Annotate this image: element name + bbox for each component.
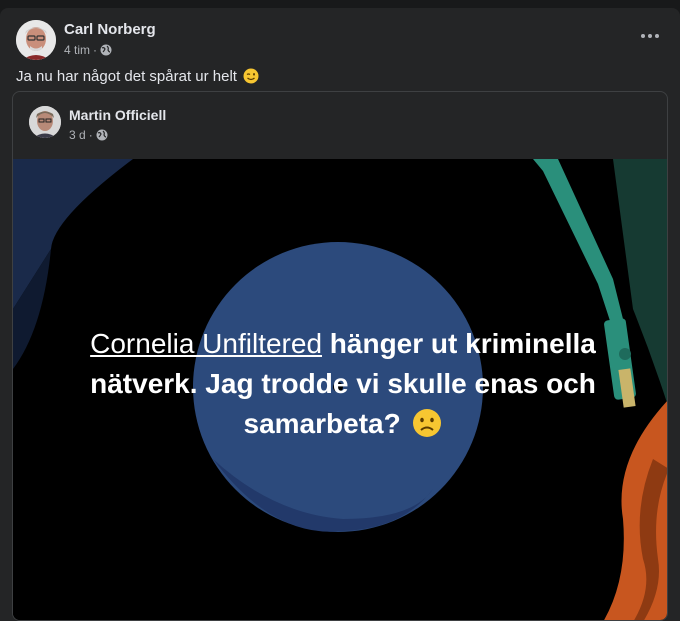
more-options-button[interactable] xyxy=(638,26,662,46)
avatar[interactable] xyxy=(16,20,56,60)
post-text: Ja nu har något det spårat ur helt xyxy=(16,68,259,86)
shared-author-avatar[interactable] xyxy=(29,106,61,138)
shared-post[interactable]: Martin Officiell 3 d · Cornelia Unfilter… xyxy=(12,91,668,621)
post-timestamp[interactable]: 4 tim xyxy=(64,42,90,58)
shared-post-header: Martin Officiell 3 d · xyxy=(29,106,166,143)
shared-author-name[interactable]: Martin Officiell xyxy=(69,106,166,124)
globe-icon xyxy=(100,44,112,56)
shared-post-timestamp[interactable]: 3 d xyxy=(69,127,86,143)
wink-emoji-icon xyxy=(243,68,259,84)
separator: · xyxy=(93,43,98,57)
globe-icon xyxy=(96,129,108,141)
post-header: Carl Norberg 4 tim · xyxy=(16,20,156,60)
author-name[interactable]: Carl Norberg xyxy=(64,21,156,39)
more-options-icon xyxy=(641,34,645,38)
frowning-emoji-icon xyxy=(413,409,442,437)
shared-post-caption: Cornelia Unfiltered hänger ut kriminella… xyxy=(90,328,596,439)
mention-link[interactable]: Cornelia Unfiltered xyxy=(90,328,322,359)
text-post-background[interactable]: Cornelia Unfiltered hänger ut kriminella… xyxy=(13,159,667,620)
separator: · xyxy=(88,128,93,142)
